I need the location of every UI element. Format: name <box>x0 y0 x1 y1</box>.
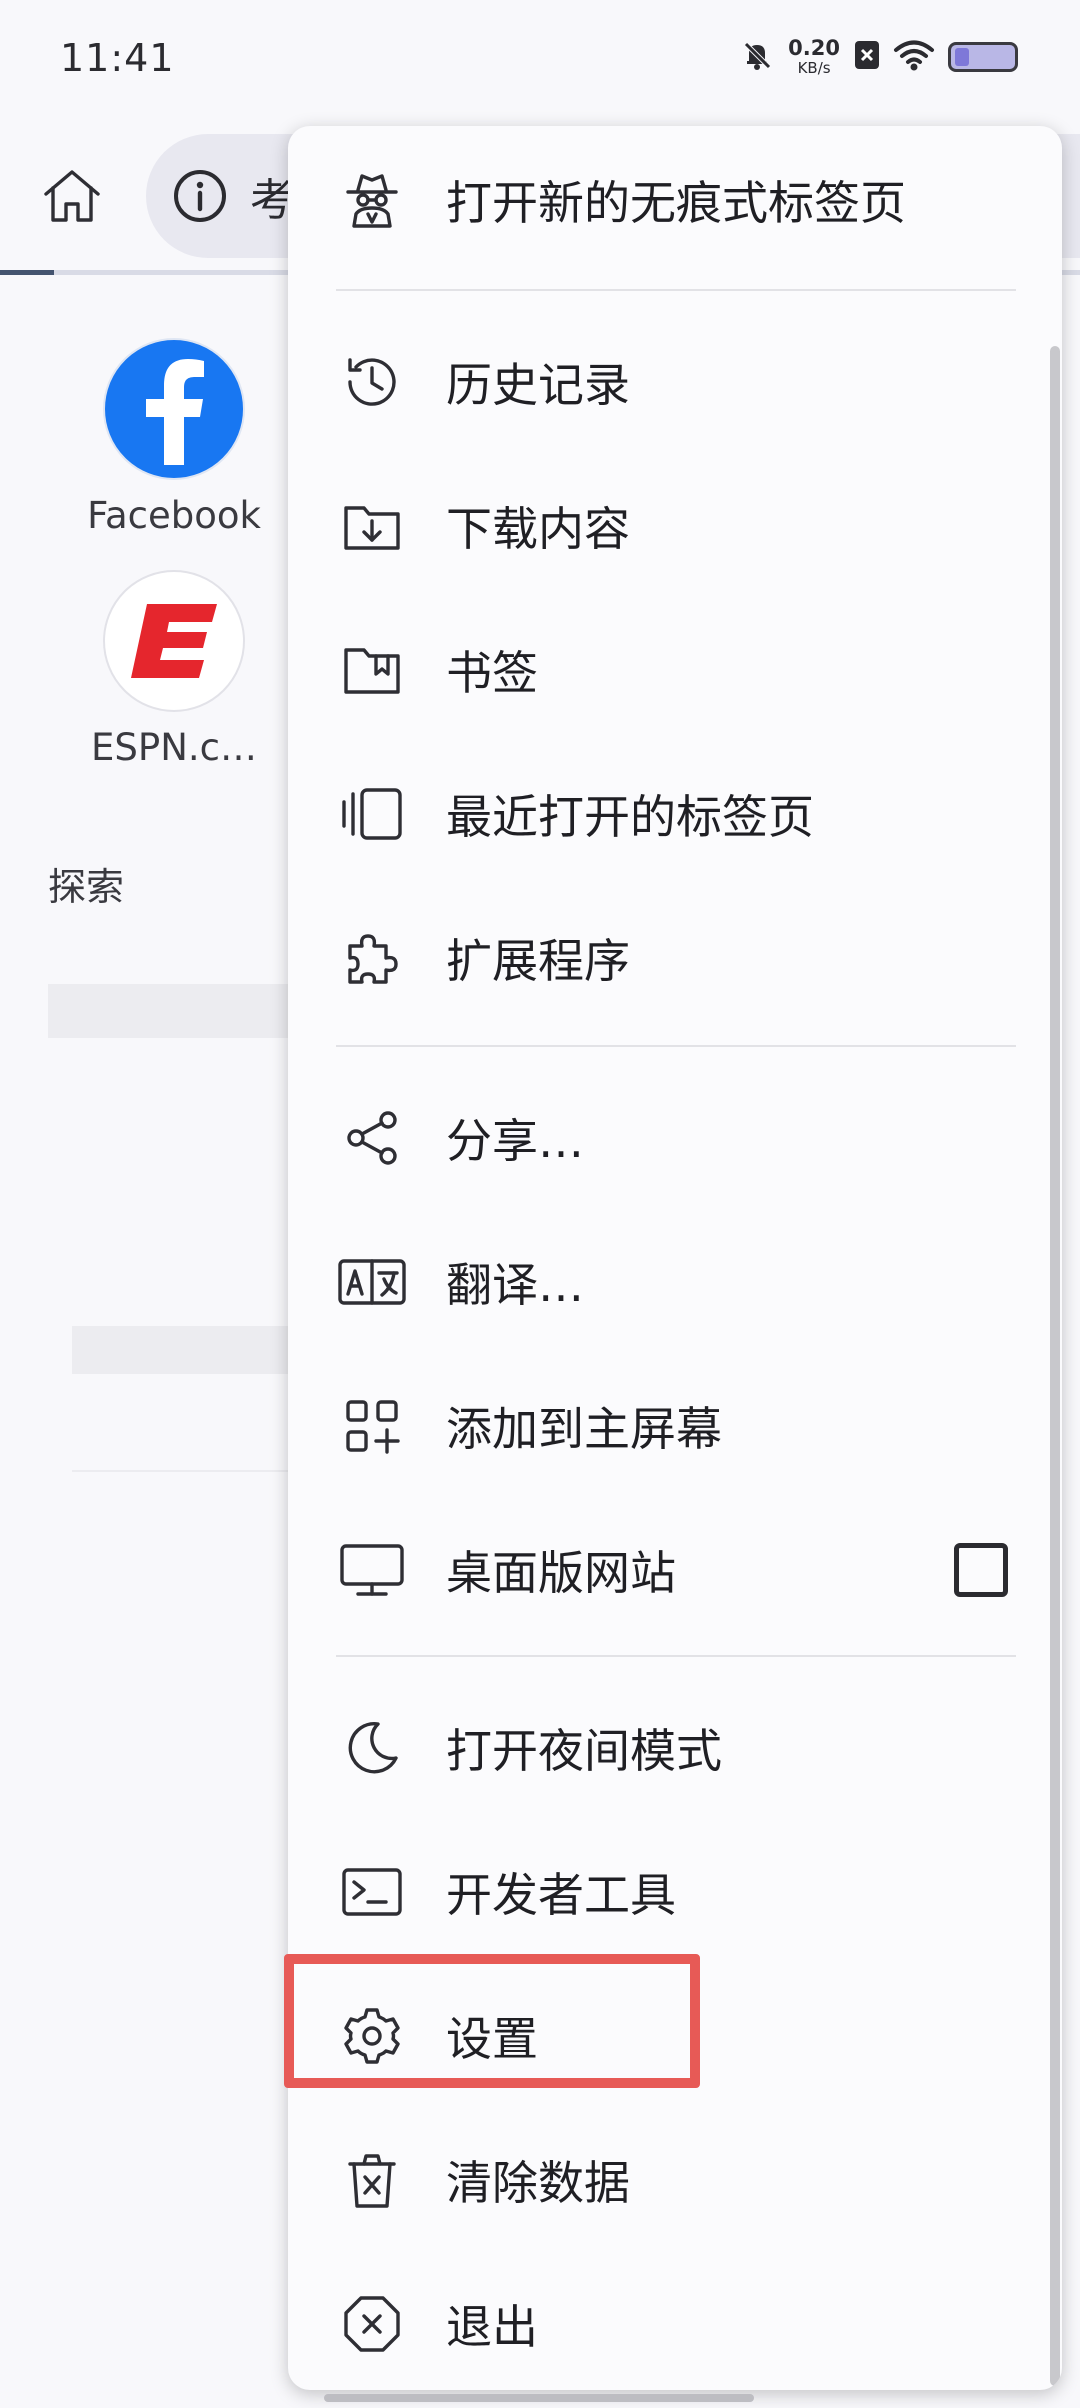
wifi-icon <box>894 39 934 75</box>
bookmark-folder-icon <box>340 638 404 702</box>
menu-item-downloads[interactable]: 下载内容 <box>288 456 1062 596</box>
menu-item-label: 打开新的无痕式标签页 <box>446 176 906 230</box>
net-speed-unit: KB/s <box>797 59 831 77</box>
home-button[interactable] <box>36 160 108 232</box>
trash-icon <box>340 2148 404 2212</box>
skeleton-divider <box>72 1470 308 1472</box>
menu-item-bookmarks[interactable]: 书签 <box>288 600 1062 740</box>
status-bar: 11:41 0.20 KB/s <box>0 0 1080 120</box>
recent-tabs-icon <box>340 782 404 846</box>
menu-item-label: 退出 <box>446 2300 538 2354</box>
menu-item-extensions[interactable]: 扩展程序 <box>288 888 1062 1028</box>
gear-icon <box>340 2004 404 2068</box>
menu-item-label: 扩展程序 <box>446 934 630 988</box>
menu-item-label: 清除数据 <box>446 2156 630 2210</box>
menu-item-label: 翻译… <box>446 1258 584 1312</box>
puzzle-icon <box>340 926 404 990</box>
home-indicator <box>324 2394 754 2402</box>
bell-muted-icon <box>740 38 774 76</box>
menu-item-incognito[interactable]: 打开新的无痕式标签页 <box>288 130 1062 270</box>
screen: 11:41 0.20 KB/s 考 Facebook ESPN.c… 探索 打开… <box>0 0 1080 2408</box>
menu-item-recent-tabs[interactable]: 最近打开的标签页 <box>288 744 1062 884</box>
skeleton-placeholder <box>72 1326 308 1374</box>
menu-item-label: 历史记录 <box>446 358 630 412</box>
shortcut-label: Facebook <box>87 494 261 537</box>
menu-divider <box>336 1045 1016 1047</box>
menu-item-night-mode[interactable]: 打开夜间模式 <box>288 1678 1062 1818</box>
add-to-homescreen-icon <box>340 1394 404 1458</box>
menu-divider <box>336 1655 1016 1657</box>
overflow-menu: 打开新的无痕式标签页 历史记录 下载内容 书签 最近打开的标签页 扩展程序 分享… <box>288 126 1062 2390</box>
home-icon <box>44 170 100 222</box>
menu-item-share[interactable]: 分享… <box>288 1068 1062 1208</box>
skeleton-placeholder <box>48 984 308 1038</box>
facebook-logo-icon <box>103 338 245 480</box>
menu-item-label: 书签 <box>446 646 538 700</box>
menu-item-translate[interactable]: 翻译… <box>288 1212 1062 1352</box>
desktop-site-checkbox[interactable] <box>954 1543 1008 1597</box>
menu-item-add-to-homescreen[interactable]: 添加到主屏幕 <box>288 1356 1062 1496</box>
menu-item-label: 设置 <box>446 2012 538 2066</box>
sim-blocked-icon <box>854 40 880 74</box>
menu-item-clear-data[interactable]: 清除数据 <box>288 2110 1062 2250</box>
menu-item-label: 下载内容 <box>446 502 630 556</box>
net-speed: 0.20 KB/s <box>788 38 840 76</box>
info-icon[interactable] <box>172 168 228 224</box>
moon-icon <box>340 1716 404 1780</box>
menu-item-settings[interactable]: 设置 <box>288 1966 1062 2106</box>
download-folder-icon <box>340 494 404 558</box>
shortcut-label: ESPN.c… <box>91 726 257 769</box>
history-icon <box>340 350 404 414</box>
incognito-icon <box>340 168 404 232</box>
net-speed-value: 0.20 <box>788 36 840 60</box>
battery-icon <box>948 42 1018 72</box>
desktop-icon <box>340 1538 404 1602</box>
shortcut-facebook[interactable]: Facebook <box>84 338 264 537</box>
menu-item-exit[interactable]: 退出 <box>288 2254 1062 2390</box>
menu-item-label: 添加到主屏幕 <box>446 1402 722 1456</box>
menu-item-label: 分享… <box>446 1114 584 1168</box>
menu-item-developer-tools[interactable]: 开发者工具 <box>288 1822 1062 1962</box>
menu-item-label: 桌面版网站 <box>446 1546 676 1600</box>
terminal-icon <box>340 1860 404 1924</box>
status-time: 11:41 <box>60 36 175 80</box>
menu-item-desktop-site[interactable]: 桌面版网站 <box>288 1500 1062 1640</box>
menu-divider <box>336 289 1016 291</box>
exit-icon <box>340 2292 404 2356</box>
explore-heading: 探索 <box>48 865 125 909</box>
espn-logo-icon <box>103 570 245 712</box>
menu-item-history[interactable]: 历史记录 <box>288 312 1062 452</box>
menu-item-label: 最近打开的标签页 <box>446 790 814 844</box>
shortcut-espn[interactable]: ESPN.c… <box>84 570 264 769</box>
share-icon <box>340 1106 404 1170</box>
menu-item-label: 打开夜间模式 <box>446 1724 722 1778</box>
translate-icon <box>338 1250 406 1314</box>
menu-item-label: 开发者工具 <box>446 1868 676 1922</box>
status-icons: 0.20 KB/s <box>740 38 1018 76</box>
